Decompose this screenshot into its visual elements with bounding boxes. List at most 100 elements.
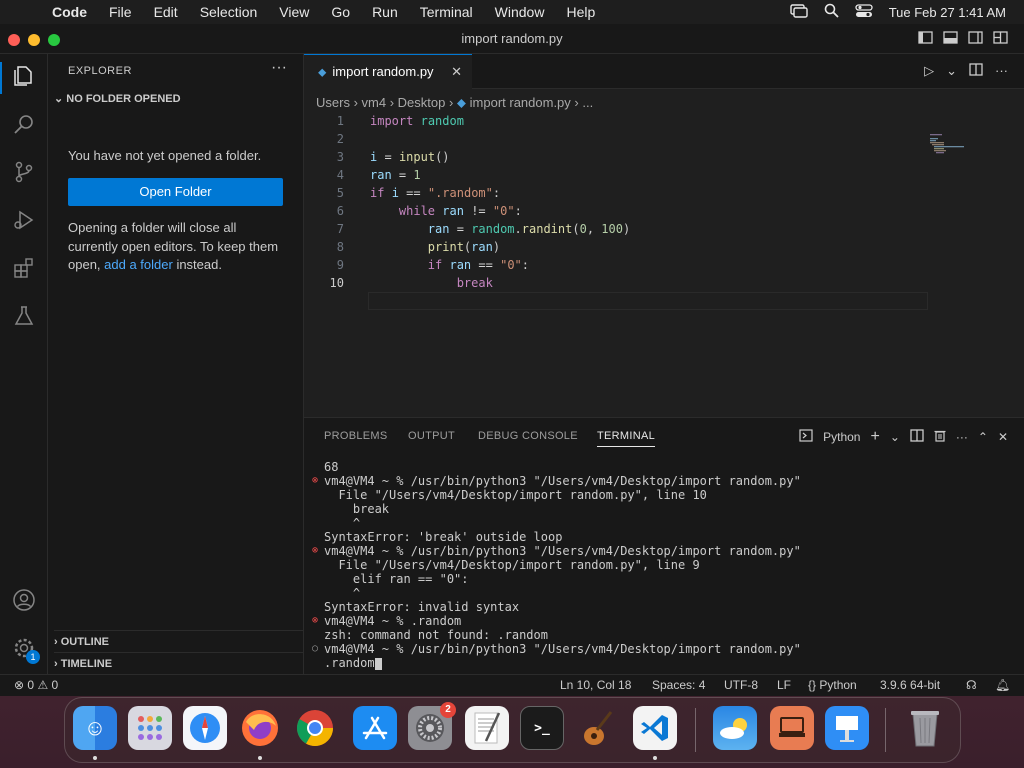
screen-sharing-icon[interactable]	[770, 706, 814, 750]
terminal-line: SyntaxError: 'break' outside loop	[312, 530, 1012, 544]
terminal-cursor	[374, 657, 382, 670]
tab-output[interactable]: OUTPUT	[408, 430, 455, 442]
menu-file[interactable]: File	[109, 4, 132, 20]
close-tab-icon[interactable]: ✕	[451, 55, 462, 89]
encoding-setting[interactable]: UTF-8	[724, 675, 758, 696]
extensions-icon[interactable]	[12, 256, 36, 280]
tab-terminal[interactable]: TERMINAL	[597, 430, 656, 447]
panel-more-actions-icon[interactable]: ···	[956, 430, 968, 444]
split-editor-icon[interactable]	[969, 63, 983, 79]
tab-problems[interactable]: PROBLEMS	[324, 430, 388, 442]
menu-go[interactable]: Go	[331, 4, 350, 20]
terminal-shell-label[interactable]: Python	[823, 430, 860, 444]
add-folder-link[interactable]: add a folder	[104, 257, 173, 272]
firefox-icon[interactable]	[238, 706, 282, 750]
menu-view[interactable]: View	[279, 4, 309, 20]
toggle-primary-sidebar-icon[interactable]	[918, 31, 933, 47]
menubar-clock[interactable]: Tue Feb 27 1:41 AM	[889, 5, 1006, 20]
language-label: Python	[819, 678, 857, 692]
indentation-setting[interactable]: Spaces: 4	[652, 675, 705, 696]
more-actions-icon[interactable]: ···	[271, 59, 287, 77]
terminal-line: ○ vm4@VM4 ~ % /usr/bin/python3 "/Users/vm…	[312, 642, 1012, 656]
run-python-file-icon[interactable]: ▷	[924, 63, 934, 79]
menu-terminal[interactable]: Terminal	[420, 4, 473, 20]
terminal-line-text: File "/Users/vm4/Desktop/import random.p…	[324, 488, 707, 502]
app-store-icon[interactable]	[353, 706, 397, 750]
menu-app-name[interactable]: Code	[52, 4, 87, 20]
breadcrumb-item[interactable]: Desktop	[398, 95, 446, 110]
source-control-icon[interactable]	[12, 160, 36, 184]
minimap[interactable]	[930, 132, 970, 162]
command-running-decoration-icon[interactable]: ○	[312, 642, 318, 656]
problems-status[interactable]: ⊗ 0 ⚠ 0	[14, 675, 58, 696]
customize-layout-icon[interactable]	[993, 31, 1008, 47]
command-failed-decoration-icon[interactable]: ⊗	[312, 614, 318, 628]
running-indicator	[653, 756, 657, 760]
breadcrumb-item[interactable]: import random.py	[470, 95, 571, 110]
close-panel-icon[interactable]: ✕	[998, 430, 1008, 444]
open-folder-button[interactable]: Open Folder	[68, 178, 283, 206]
explorer-icon[interactable]	[12, 64, 36, 88]
terminal-output[interactable]: 68 ⊗ vm4@VM4 ~ % /usr/bin/python3 "/Users/…	[312, 460, 1012, 670]
screen-mirroring-icon[interactable]	[789, 3, 808, 21]
launchpad-icon[interactable]	[128, 706, 172, 750]
menu-window[interactable]: Window	[495, 4, 545, 20]
breadcrumb-item[interactable]: vm4	[362, 95, 387, 110]
chrome-icon[interactable]	[293, 706, 337, 750]
safari-icon[interactable]	[183, 706, 227, 750]
chevron-right-icon: ›	[54, 636, 58, 648]
notifications-bell-icon[interactable]: 🔔︎	[995, 675, 1010, 696]
outline-section-header[interactable]: › OUTLINE	[54, 630, 304, 652]
terminal-dropdown-chevron-icon[interactable]: ⌄	[890, 430, 900, 444]
run-dropdown-chevron-icon[interactable]: ⌄	[946, 63, 957, 79]
weather-icon[interactable]	[713, 706, 757, 750]
note-text-end: instead.	[172, 257, 222, 272]
vscode-icon[interactable]	[633, 706, 677, 750]
terminal-app-icon[interactable]: >_	[520, 706, 564, 750]
code-line-10: break	[456, 276, 493, 290]
finder-icon[interactable]: ☺	[73, 706, 117, 750]
spotlight-search-icon[interactable]	[824, 3, 839, 21]
trash-icon[interactable]	[903, 706, 947, 750]
system-settings-icon[interactable]: 2	[408, 702, 456, 750]
eol-setting[interactable]: LF	[777, 675, 791, 696]
window-title: import random.py	[461, 31, 563, 46]
testing-flask-icon[interactable]	[12, 304, 36, 328]
keynote-icon[interactable]	[825, 706, 869, 750]
garageband-guitar-icon[interactable]	[575, 706, 619, 750]
code-line-3: i = input()	[370, 150, 450, 164]
breadcrumb-item[interactable]: Users	[316, 95, 350, 110]
accounts-icon[interactable]	[12, 588, 36, 612]
menu-run[interactable]: Run	[372, 4, 398, 20]
tab-debug-console[interactable]: DEBUG CONSOLE	[478, 430, 578, 442]
menu-selection[interactable]: Selection	[200, 4, 258, 20]
line-number: 8	[336, 240, 344, 254]
new-terminal-plus-icon[interactable]: +	[870, 428, 879, 446]
search-icon[interactable]	[12, 112, 36, 136]
manage-gear-icon[interactable]: 1	[12, 636, 40, 664]
menu-help[interactable]: Help	[566, 4, 595, 20]
textedit-icon[interactable]	[465, 706, 509, 750]
toggle-secondary-sidebar-icon[interactable]	[968, 31, 983, 47]
maximize-panel-chevron-up-icon[interactable]: ⌃	[978, 430, 988, 444]
terminal-line-text: vm4@VM4 ~ % /usr/bin/python3 "/Users/vm4…	[324, 474, 801, 488]
breadcrumb-item[interactable]: ...	[582, 95, 593, 110]
editor-more-actions-icon[interactable]: ···	[995, 63, 1008, 79]
menu-edit[interactable]: Edit	[154, 4, 178, 20]
cursor-position[interactable]: Ln 10, Col 18	[560, 675, 631, 696]
language-mode[interactable]: {} Python	[808, 675, 857, 696]
split-terminal-icon[interactable]	[910, 429, 924, 445]
command-failed-decoration-icon[interactable]: ⊗	[312, 544, 318, 558]
toggle-panel-icon[interactable]	[943, 31, 958, 47]
command-failed-decoration-icon[interactable]: ⊗	[312, 474, 318, 488]
run-and-debug-icon[interactable]	[12, 208, 36, 232]
no-folder-section-header[interactable]: ⌄ NO FOLDER OPENED	[54, 92, 181, 105]
editor-tab-import-random[interactable]: ⬥ import random.py ✕	[304, 54, 472, 89]
timeline-section-header[interactable]: › TIMELINE	[54, 652, 304, 674]
kill-terminal-trash-icon[interactable]	[934, 429, 946, 445]
current-line-highlight	[368, 292, 928, 310]
code-editor[interactable]: 1 2 3 4 5 6 7 8 9 10 import random i = i…	[304, 112, 1024, 417]
control-center-icon[interactable]	[855, 3, 873, 21]
python-interpreter[interactable]: 3.9.6 64-bit	[880, 675, 940, 696]
feedback-icon[interactable]: ☊	[966, 675, 977, 696]
